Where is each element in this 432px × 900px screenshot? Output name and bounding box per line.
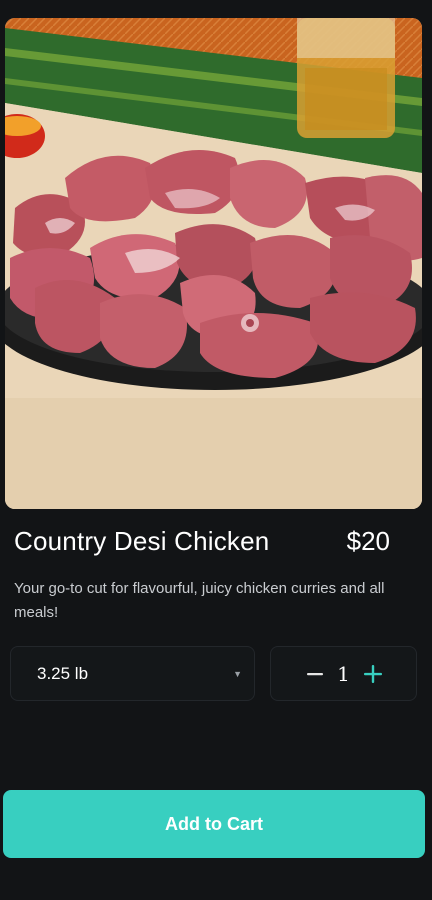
product-description: Your go-to cut for flavourful, juicy chi…	[14, 580, 385, 621]
weight-select[interactable]: 3.25 lb ▼	[10, 646, 255, 701]
meat-plate-image	[5, 18, 422, 509]
minus-icon	[306, 672, 323, 675]
product-image	[5, 18, 422, 509]
decrement-button[interactable]	[298, 657, 332, 691]
plus-icon	[363, 664, 382, 683]
title-row: Country Desi Chicken $20	[14, 526, 404, 557]
quantity-stepper: 1	[270, 646, 417, 701]
product-price: $20	[346, 526, 390, 556]
add-to-cart-button[interactable]: Add to Cart	[3, 790, 425, 858]
quantity-value: 1	[337, 661, 350, 686]
weight-select-value: 3.25 lb	[37, 663, 89, 683]
product-title: Country Desi Chicken	[14, 526, 270, 556]
increment-button[interactable]	[356, 657, 390, 691]
caret-down-icon: ▼	[233, 668, 242, 679]
